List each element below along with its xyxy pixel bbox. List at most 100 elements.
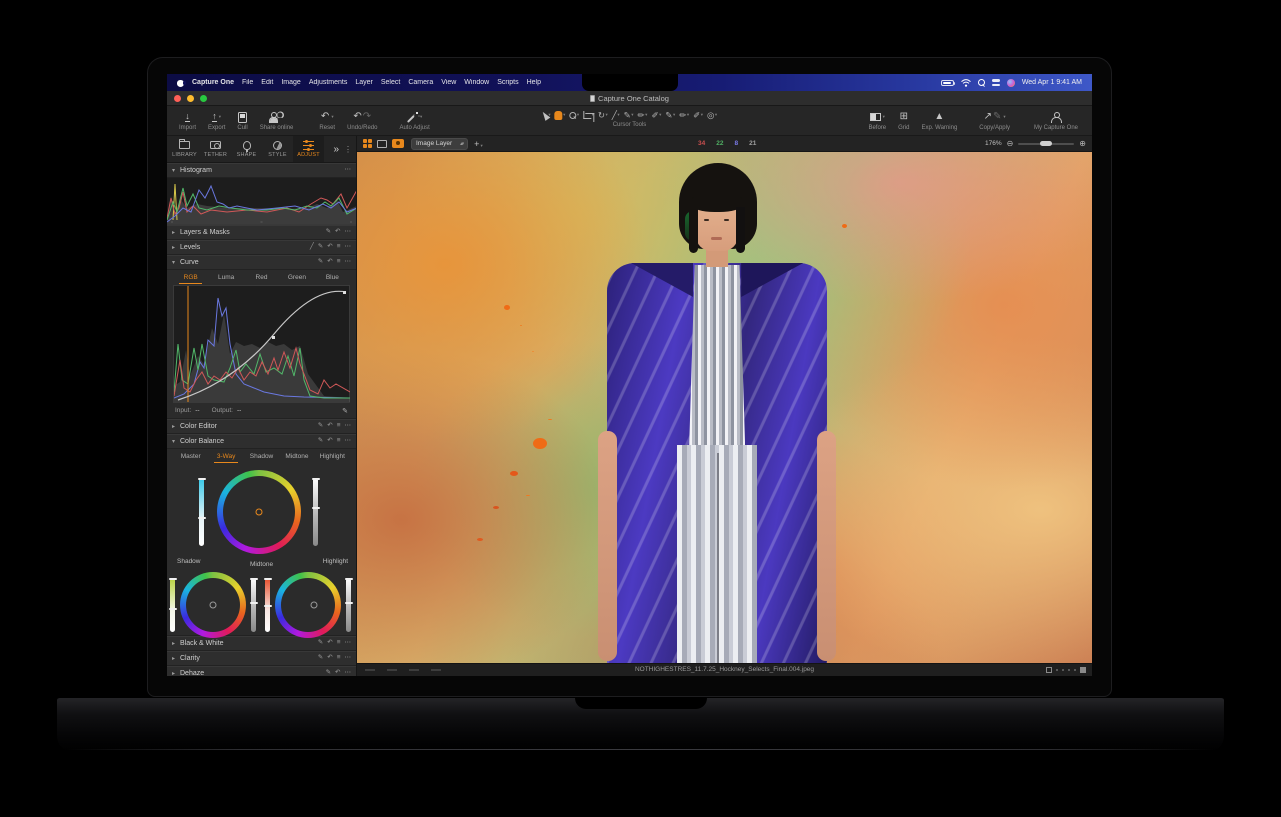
section-clarity[interactable]: ▸ Clarity ✎ ↶ ≡ ⋯: [167, 651, 356, 666]
chevron-right-icon[interactable]: ▸: [172, 670, 180, 676]
reset-icon[interactable]: ↶: [335, 670, 340, 676]
section-color-balance[interactable]: ▾ Color Balance ✎ ↶ ≡ ⋯: [167, 434, 356, 449]
proof-camera-icon[interactable]: [392, 139, 404, 148]
menu-camera[interactable]: Camera: [408, 79, 433, 86]
menu-layer[interactable]: Layer: [355, 79, 373, 86]
annotate-tool[interactable]: ✐▾: [693, 111, 703, 120]
highlight-wheel-indicator[interactable]: [311, 602, 318, 609]
layer-select[interactable]: Image Layer▴▾: [411, 138, 468, 150]
more-icon[interactable]: ⋯: [345, 244, 352, 251]
cull-button[interactable]: Cull: [231, 106, 253, 135]
chevron-down-icon[interactable]: ▾: [172, 167, 180, 174]
chevron-right-icon[interactable]: ▸: [172, 655, 180, 662]
menu-icon[interactable]: ≡: [337, 244, 341, 251]
menu-help[interactable]: Help: [527, 79, 541, 86]
frame-filled-icon[interactable]: [1080, 667, 1086, 673]
draw-mask-tool[interactable]: ✎▾: [624, 111, 634, 120]
pen-icon[interactable]: ╱: [310, 244, 314, 251]
control-center-icon[interactable]: [992, 79, 1000, 86]
window-title-bar[interactable]: Capture One Catalog: [167, 91, 1092, 106]
reset-icon[interactable]: ↶: [327, 259, 332, 266]
pan-tool[interactable]: ▾: [555, 111, 566, 120]
tab-library[interactable]: LIBRARY: [169, 136, 200, 162]
tab-tether[interactable]: TETHER: [200, 136, 231, 162]
menu-icon[interactable]: ≡: [337, 655, 341, 662]
brush-icon[interactable]: ✎: [318, 259, 323, 266]
exposure-warning-button[interactable]: ▲ Exp. Warning: [915, 106, 963, 135]
more-icon[interactable]: ⋯: [345, 259, 352, 266]
crop-tool[interactable]: ▾: [583, 111, 594, 119]
menu-capture-one[interactable]: Capture One: [192, 79, 234, 86]
my-capture-one-button[interactable]: My Capture One: [1028, 106, 1084, 135]
rotate-tool[interactable]: ↻▾: [598, 111, 608, 120]
midtone-wheel-indicator[interactable]: [256, 509, 263, 516]
tab-adjust[interactable]: ADJUST: [293, 136, 324, 162]
menu-icon[interactable]: ≡: [337, 640, 341, 647]
spotlight-search-icon[interactable]: [978, 79, 985, 86]
select-tool[interactable]: ▾: [542, 111, 551, 120]
cb-tab-master[interactable]: Master: [173, 449, 208, 464]
cb-tab-shadow[interactable]: Shadow: [244, 449, 279, 464]
shadow-saturation-slider[interactable]: [170, 578, 175, 632]
reset-icon[interactable]: ↶: [327, 244, 332, 251]
midtone-saturation-slider[interactable]: [199, 478, 204, 546]
chevron-down-icon[interactable]: ▾: [172, 259, 180, 266]
wifi-icon[interactable]: [961, 79, 971, 87]
brush-icon[interactable]: ✎: [318, 438, 323, 445]
highlight-lightness-slider[interactable]: [346, 578, 351, 632]
cb-tab-3way[interactable]: 3-Way: [208, 449, 243, 464]
more-icon[interactable]: ⋯: [345, 423, 352, 430]
reset-icon[interactable]: ↶: [327, 438, 332, 445]
frame-outline-icon[interactable]: [1046, 667, 1052, 673]
more-icon[interactable]: ⋯: [345, 640, 352, 647]
more-icon[interactable]: ⋯: [345, 655, 352, 662]
menu-adjustments[interactable]: Adjustments: [309, 79, 348, 86]
export-button[interactable]: ↑▾ Export: [202, 106, 231, 135]
single-view-icon[interactable]: [377, 140, 387, 148]
battery-icon[interactable]: [941, 80, 954, 86]
shadow-color-wheel[interactable]: [180, 572, 246, 638]
curve-tab-red[interactable]: Red: [244, 270, 279, 285]
tab-style[interactable]: STYLE: [262, 136, 293, 162]
cb-tab-highlight[interactable]: Highlight: [315, 449, 350, 464]
more-icon[interactable]: ⋯: [345, 167, 352, 174]
chevron-right-icon[interactable]: ▸: [172, 229, 180, 236]
heal-tool[interactable]: ✎▾: [665, 111, 675, 120]
brush-icon[interactable]: ✎: [318, 655, 323, 662]
auto-adjust-button[interactable]: ▾ Auto Adjust: [393, 106, 435, 135]
spot-removal-tool[interactable]: ◎▾: [707, 111, 717, 120]
menu-window[interactable]: Window: [464, 79, 489, 86]
menu-view[interactable]: View: [441, 79, 456, 86]
apple-logo-icon[interactable]: [177, 79, 184, 87]
copy-apply-button[interactable]: ↗✎▾ Copy/Apply: [973, 106, 1016, 135]
thumbnails-grid-icon[interactable]: [363, 139, 372, 148]
brush-icon[interactable]: ✎: [318, 244, 323, 251]
more-tabs-chevron[interactable]: »: [333, 144, 339, 155]
chevron-right-icon[interactable]: ▸: [172, 244, 180, 251]
reset-button[interactable]: ↶▾ Reset: [313, 106, 341, 135]
erase-mask-tool[interactable]: ✏▾: [638, 111, 648, 120]
undo-redo-button[interactable]: ↶↷ Undo/Redo: [341, 106, 383, 135]
chevron-down-icon[interactable]: ▾: [172, 438, 180, 445]
gradient-mask-tool[interactable]: ✐▾: [651, 111, 661, 120]
section-levels[interactable]: ▸ Levels ╱ ✎ ↶ ≡ ⋯: [167, 240, 356, 255]
curve-tab-rgb[interactable]: RGB: [173, 270, 208, 285]
reset-icon[interactable]: ↶: [327, 640, 332, 647]
brush-icon[interactable]: ✎: [326, 670, 331, 676]
menu-image[interactable]: Image: [281, 79, 300, 86]
brush-icon[interactable]: ✎: [326, 229, 331, 236]
grid-button[interactable]: ⊞ Grid: [892, 106, 915, 135]
siri-icon[interactable]: [1007, 79, 1015, 87]
menu-icon[interactable]: ≡: [337, 438, 341, 445]
more-icon[interactable]: ⋯: [345, 229, 352, 236]
menu-file[interactable]: File: [242, 79, 253, 86]
chevron-right-icon[interactable]: ▸: [172, 640, 180, 647]
menu-select[interactable]: Select: [381, 79, 400, 86]
more-icon[interactable]: ⋯: [345, 670, 352, 676]
section-color-editor[interactable]: ▸ Color Editor ✎ ↶ ≡ ⋯: [167, 419, 356, 434]
reset-icon[interactable]: ↶: [335, 229, 340, 236]
curve-editor[interactable]: [173, 285, 350, 403]
brush-icon[interactable]: ✎: [318, 640, 323, 647]
curve-picker-icon[interactable]: ✎: [342, 407, 348, 415]
menu-edit[interactable]: Edit: [261, 79, 273, 86]
